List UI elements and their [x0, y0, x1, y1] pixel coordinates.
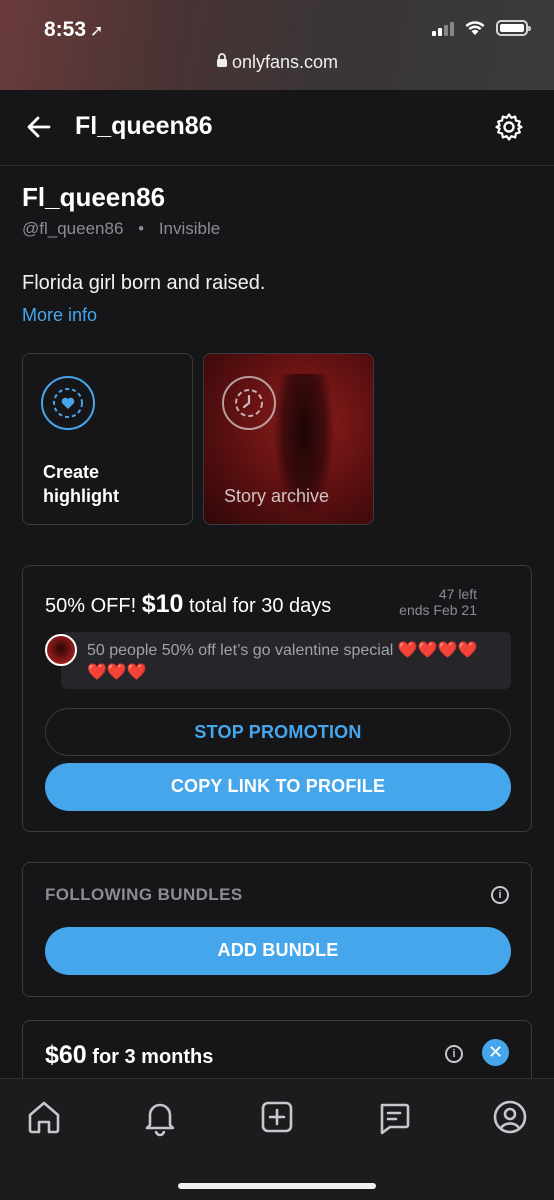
location-arrow-icon: ➚ — [90, 23, 104, 40]
status-time: 8:53 ➚ — [44, 18, 103, 42]
battery-icon — [496, 20, 531, 36]
gear-icon[interactable] — [494, 112, 524, 142]
lock-icon — [216, 52, 228, 73]
browser-top-bar: 8:53 ➚ onlyfans.com — [0, 0, 554, 90]
bundles-title: FOLLOWING BUNDLES — [45, 885, 243, 904]
promotion-message-text: 50 people 50% off let’s go valentine spe… — [87, 642, 394, 659]
clock-history-icon — [222, 376, 276, 430]
add-bundle-button[interactable]: ADD BUNDLE — [45, 927, 511, 975]
promotion-price: $10 — [141, 590, 184, 618]
url-text: onlyfans.com — [231, 52, 339, 72]
back-arrow-icon[interactable] — [24, 112, 54, 142]
wifi-icon — [465, 21, 485, 35]
following-bundles-card: FOLLOWING BUNDLES i ADD BUNDLE — [22, 862, 532, 997]
promotion-message: 50 people 50% off let’s go valentine spe… — [61, 632, 511, 689]
create-label-line2: highlight — [43, 486, 119, 506]
url-bar[interactable]: onlyfans.com — [0, 52, 554, 73]
copy-link-button[interactable]: COPY LINK TO PROFILE — [45, 763, 511, 811]
promotion-end-date: ends Feb 21 — [399, 602, 477, 618]
remove-bundle-button[interactable]: ✕ — [482, 1039, 509, 1066]
bundle-info-icon[interactable]: i — [445, 1045, 463, 1063]
promotion-discount: 50% OFF! — [45, 595, 137, 617]
create-label-line1: Create — [43, 462, 100, 482]
hearts-emoji: ❤️❤️❤️❤️ — [397, 642, 478, 659]
cellular-signal-icon — [432, 20, 454, 36]
display-name: Fl_queen86 — [22, 182, 166, 212]
username-handle: @fl_queen86 — [22, 219, 124, 238]
info-icon[interactable]: i — [491, 886, 509, 904]
profile-bio: Florida girl born and raised. — [22, 272, 266, 294]
home-indicator[interactable] — [178, 1183, 376, 1189]
story-archive-label: Story archive — [224, 486, 330, 506]
promotion-meta: 47 left ends Feb 21 — [399, 586, 477, 618]
online-status: Invisible — [158, 219, 221, 238]
avatar — [45, 634, 77, 666]
bundle-price-amount: $60 — [45, 1041, 87, 1069]
app-header: Fl_queen86 — [0, 90, 554, 166]
promotion-remaining: 47 left — [438, 586, 477, 602]
bundle-duration: for 3 months — [92, 1046, 214, 1068]
stop-promotion-button[interactable]: STOP PROMOTION — [45, 708, 511, 756]
separator-dot: • — [138, 219, 145, 238]
bell-icon[interactable] — [140, 1097, 180, 1137]
promotion-duration: total for 30 days — [188, 595, 332, 617]
story-archive-tile[interactable]: Story archive — [203, 353, 374, 525]
plus-square-icon[interactable] — [257, 1097, 297, 1137]
home-icon[interactable] — [24, 1097, 64, 1137]
create-highlight-label: Create highlight — [43, 460, 119, 508]
more-info-link[interactable]: More info — [22, 305, 97, 326]
status-icons — [432, 20, 531, 36]
message-icon[interactable] — [374, 1097, 414, 1137]
promotion-title: 50% OFF! $10 total for 30 days — [45, 590, 331, 619]
heart-story-icon — [41, 376, 95, 430]
bottom-nav — [0, 1078, 554, 1200]
header-title: Fl_queen86 — [75, 112, 213, 140]
hearts-emoji-line2: ❤️❤️❤️ — [87, 664, 147, 681]
bundle-price: $60 for 3 months — [45, 1041, 213, 1070]
status-time-text: 8:53 — [44, 18, 87, 41]
profile-icon[interactable] — [490, 1097, 530, 1137]
promotion-card: 50% OFF! $10 total for 30 days 47 left e… — [22, 565, 532, 832]
create-highlight-tile[interactable]: Create highlight — [22, 353, 193, 525]
handle-line: @fl_queen86 • Invisible — [22, 219, 220, 239]
